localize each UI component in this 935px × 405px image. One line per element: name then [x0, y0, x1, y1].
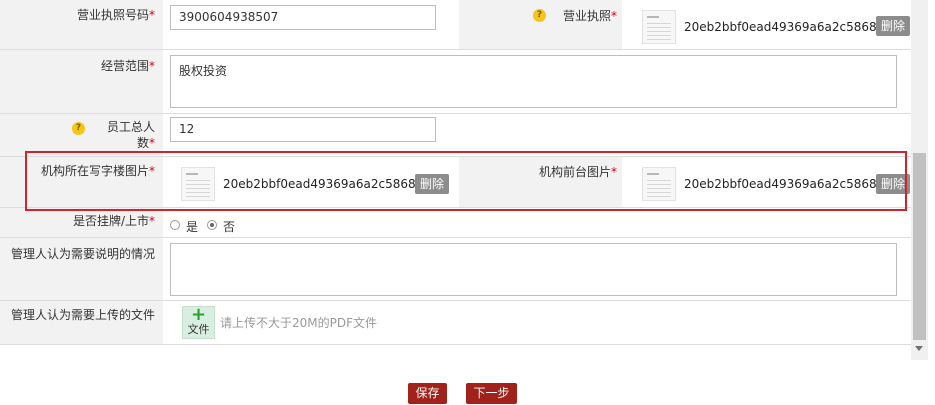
label-cell: 营业执照号码*	[0, 0, 163, 49]
listed-no-label: 否	[223, 220, 236, 234]
license-number-label: 营业执照号码*	[76, 8, 155, 22]
scroll-down-arrow-icon[interactable]	[915, 346, 923, 351]
upload-hint: 请上传不大于20M的PDF文件	[220, 316, 378, 330]
manager-notes-textarea[interactable]	[170, 243, 897, 296]
listed-label: 是否挂牌/上市*	[72, 214, 155, 228]
license-number-input[interactable]: 3900604938507	[170, 5, 436, 30]
label-cell: 管理人认为需要上传的文件	[0, 301, 163, 344]
next-button[interactable]: 下一步	[466, 383, 517, 404]
upload-file-button[interactable]: + 文件	[182, 306, 215, 339]
license-label: 营业执照*	[563, 9, 618, 23]
employee-count-input[interactable]: 12	[170, 117, 436, 142]
row-manager-files: 管理人认为需要上传的文件	[0, 301, 911, 345]
listed-yes-label: 是	[186, 220, 199, 234]
reception-photo-label: 机构前台图片*	[539, 165, 618, 179]
office-photo-delete-button[interactable]: 删除	[415, 174, 450, 194]
help-icon[interactable]: ?	[72, 122, 85, 135]
label-cell: 经营范围*	[0, 50, 163, 113]
plus-icon: +	[190, 304, 207, 325]
license-thumbnail[interactable]	[642, 10, 676, 44]
business-scope-label: 经营范围*	[100, 59, 155, 73]
row-office-photos: 机构所在写字楼图片* 20eb2bbf0ead49369a6a2c5868...…	[0, 157, 911, 208]
reception-photo-filename: 20eb2bbf0ead49369a6a2c5868...	[684, 177, 889, 191]
scrollbar[interactable]	[911, 0, 928, 360]
office-photo-label: 机构所在写字楼图片*	[40, 164, 155, 178]
save-button[interactable]: 保存	[408, 383, 447, 404]
listed-yes-radio[interactable]	[170, 220, 180, 230]
office-photo-filename: 20eb2bbf0ead49369a6a2c5868...	[223, 177, 428, 191]
reception-photo-delete-button[interactable]: 删除	[876, 174, 911, 194]
label-cell: ? 员工总人 数*	[0, 114, 163, 156]
reception-photo-thumbnail[interactable]	[642, 167, 676, 201]
form-container: 营业执照号码* 3900604938507 ? 营业执照* 20eb2bbf0e…	[0, 0, 911, 345]
office-photo-thumbnail[interactable]	[181, 167, 215, 201]
manager-files-label: 管理人认为需要上传的文件	[10, 308, 155, 322]
row-manager-notes: 管理人认为需要说明的情况	[0, 238, 911, 301]
business-scope-textarea[interactable]: 股权投资	[170, 55, 897, 108]
employee-count-label-line1: 员工总人	[106, 120, 155, 134]
help-icon[interactable]: ?	[533, 9, 546, 22]
license-delete-button[interactable]: 删除	[876, 16, 911, 36]
row-listed: 是否挂牌/上市* 是 否	[0, 208, 911, 238]
row-business-scope: 经营范围* 股权投资	[0, 50, 911, 114]
row-employee-count: ? 员工总人 数* 12	[0, 114, 911, 157]
listed-no-radio[interactable]	[207, 220, 217, 230]
label-cell: 机构所在写字楼图片*	[0, 157, 163, 207]
employee-count-label-line2: 数*	[136, 136, 155, 150]
license-filename: 20eb2bbf0ead49369a6a2c5868...	[684, 20, 889, 34]
scrollbar-thumb[interactable]	[913, 153, 926, 340]
label-cell: 是否挂牌/上市*	[0, 208, 163, 237]
row-license: 营业执照号码* 3900604938507 ? 营业执照* 20eb2bbf0e…	[0, 0, 911, 50]
label-cell: 管理人认为需要说明的情况	[0, 238, 163, 300]
manager-notes-label: 管理人认为需要说明的情况	[10, 247, 155, 261]
upload-file-label: 文件	[187, 323, 210, 336]
